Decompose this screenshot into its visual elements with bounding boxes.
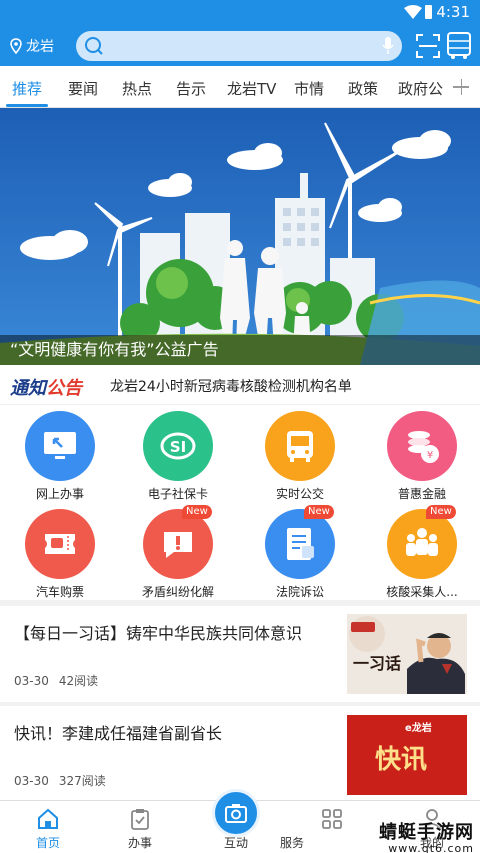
service-court-litigation[interactable]: New 法院诉讼 xyxy=(240,505,360,601)
notice-bar[interactable]: 通知公告 龙岩24小时新冠病毒核酸检测机构名单 xyxy=(0,365,480,405)
thumb-caption: 一习话 xyxy=(353,654,402,673)
news-item[interactable]: 【每日一习话】铸牢中华民族共同体意识 03-30 42阅读 一习话 xyxy=(0,606,480,702)
service-realtime-bus[interactable]: 实时公交 xyxy=(240,407,360,503)
service-label: 网上办事 xyxy=(35,487,84,501)
news-date: 03-30 xyxy=(14,774,49,788)
nav-label: 服务 xyxy=(279,836,304,850)
bus-code-icon[interactable] xyxy=(446,32,472,60)
news-reads: 327阅读 xyxy=(58,774,106,788)
new-badge: New xyxy=(304,505,334,519)
service-online-affairs[interactable]: 网上办事 xyxy=(0,407,120,503)
tab-hot[interactable]: 热点 xyxy=(122,78,152,99)
channel-tabs: 推荐 要闻 热点 告示 龙岩TV 市情 政策 政府公 xyxy=(0,66,480,108)
news-title: 【每日一习话】铸牢中华民族共同体意识 xyxy=(14,624,303,643)
service-dispute-mediation[interactable]: New 矛盾纠纷化解 xyxy=(118,505,238,601)
news-title: 快讯！李建成任福建省副省长 xyxy=(14,724,223,743)
news-meta: 03-30 42阅读 xyxy=(14,672,108,689)
coins-icon: ¥ xyxy=(408,431,439,463)
clipboard-icon xyxy=(131,809,149,830)
new-badge: New xyxy=(426,505,456,519)
thumb-tag: e龙岩 xyxy=(405,723,432,734)
tab-headlines[interactable]: 要闻 xyxy=(68,78,98,99)
nav-home[interactable]: 首页 xyxy=(0,801,96,853)
nav-services-affairs[interactable]: 办事 xyxy=(92,801,188,853)
search-icon xyxy=(85,37,103,55)
service-label: 普惠金融 xyxy=(397,487,446,501)
banner-carousel[interactable]: “文明健康有你有我”公益广告 xyxy=(0,108,480,365)
service-icon-bg xyxy=(25,411,95,481)
nav-label: 办事 xyxy=(127,836,152,850)
service-label: 电子社保卡 xyxy=(147,487,208,501)
grid-icon xyxy=(322,809,342,829)
new-badge: New xyxy=(182,505,212,519)
tab-policy[interactable]: 政策 xyxy=(348,78,378,99)
news-thumbnail: e龙岩 快讯 xyxy=(347,715,467,795)
service-inclusive-finance[interactable]: ¥ 普惠金融 xyxy=(362,407,480,503)
banner-caption: “文明健康有你有我”公益广告 xyxy=(10,340,219,359)
social-security-icon: SI xyxy=(160,432,196,460)
news-item[interactable]: 快讯！李建成任福建省副省长 03-30 327阅读 e龙岩 快讯 xyxy=(0,706,480,800)
active-tab-indicator xyxy=(6,104,48,107)
watermark-main: 蜻蜓手游网 xyxy=(379,822,474,843)
service-icon-bg: ¥ xyxy=(387,411,457,481)
location-selector[interactable]: 龙岩 xyxy=(10,36,54,56)
notice-logo: 通知公告 xyxy=(10,378,82,399)
tab-city-info[interactable]: 市情 xyxy=(294,78,324,99)
svg-text:SI: SI xyxy=(170,438,186,456)
service-label: 汽车购票 xyxy=(35,585,84,599)
tab-notices[interactable]: 告示 xyxy=(176,78,206,99)
document-icon xyxy=(287,528,314,560)
bus-icon xyxy=(287,431,313,462)
watermark-sub: www.qt6.com xyxy=(388,842,474,853)
service-icon-bg: SI xyxy=(143,411,213,481)
banner-image xyxy=(0,108,480,365)
service-icon-bg xyxy=(143,509,213,579)
home-icon xyxy=(38,808,58,829)
chat-alert-icon xyxy=(164,532,192,558)
service-label: 核酸采集人... xyxy=(386,585,458,599)
clock: 4:31 xyxy=(436,3,470,21)
notice-text[interactable]: 龙岩24小时新冠病毒核酸检测机构名单 xyxy=(110,376,352,396)
scan-icon[interactable] xyxy=(416,34,440,58)
status-bar: 4:31 xyxy=(0,0,480,26)
service-nucleic-acid-collectors[interactable]: New 核酸采集人... xyxy=(362,505,480,601)
service-coach-tickets[interactable]: 汽车购票 xyxy=(0,505,120,601)
watermark: 蜻蜓手游网 www.qt6.com xyxy=(379,818,474,853)
service-label: 实时公交 xyxy=(275,487,324,501)
people-icon xyxy=(406,528,438,556)
wifi-icon xyxy=(404,5,422,19)
tab-longyan-tv[interactable]: 龙岩TV xyxy=(227,78,276,99)
battery-icon xyxy=(425,5,432,19)
nav-service[interactable]: 服务 xyxy=(280,801,380,853)
news-date: 03-30 xyxy=(14,674,49,688)
location-label: 龙岩 xyxy=(26,39,54,55)
service-social-security-card[interactable]: SI 电子社保卡 xyxy=(118,407,238,503)
service-icon-bg xyxy=(25,509,95,579)
service-icon-bg xyxy=(265,411,335,481)
service-label: 法院诉讼 xyxy=(275,585,324,599)
tab-government[interactable]: 政府公 xyxy=(398,78,443,99)
nav-label: 首页 xyxy=(35,836,60,850)
news-reads: 42阅读 xyxy=(58,674,99,688)
service-label: 矛盾纠纷化解 xyxy=(141,585,214,599)
camera-icon xyxy=(225,804,247,823)
microphone-icon[interactable] xyxy=(382,37,394,55)
camera-button[interactable] xyxy=(212,789,260,837)
service-grid: 网上办事 SI 电子社保卡 实时公交 ¥ 普惠金融 汽车购票 New 矛盾纠纷化… xyxy=(0,405,480,600)
service-icon-bg xyxy=(265,509,335,579)
ticket-icon xyxy=(45,534,75,554)
monitor-icon xyxy=(44,432,76,459)
service-icon-bg xyxy=(387,509,457,579)
news-thumbnail: 一习话 xyxy=(347,614,467,694)
news-meta: 03-30 327阅读 xyxy=(14,772,116,789)
thumb-caption: 快讯 xyxy=(375,745,428,775)
location-pin-icon xyxy=(10,38,22,54)
svg-text:¥: ¥ xyxy=(427,450,433,461)
search-input[interactable] xyxy=(76,31,402,61)
tab-recommend[interactable]: 推荐 xyxy=(12,78,42,99)
add-channel-icon[interactable] xyxy=(448,72,474,102)
top-bar: 龙岩 xyxy=(0,26,480,66)
